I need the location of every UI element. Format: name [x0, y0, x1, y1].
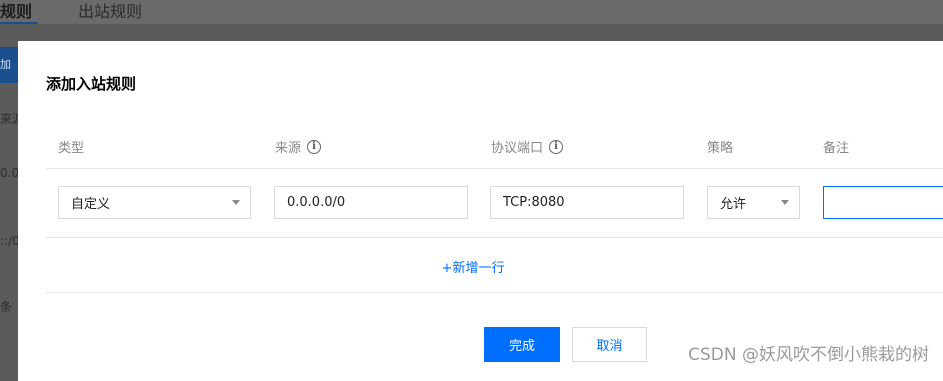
tab-inbound-rules[interactable]: 规则 [0, 0, 32, 22]
column-header-label: 策略 [707, 141, 734, 156]
divider [46, 237, 943, 238]
add-inbound-rule-dialog: 添加入站规则 类型 来源 i 协议端口 i 策略 备注 自定义 允许 +新增一行… [18, 41, 943, 381]
background-text: ::/0 [0, 234, 18, 248]
port-field[interactable] [503, 195, 671, 210]
active-tab-indicator [0, 22, 38, 24]
remark-input[interactable] [823, 186, 943, 219]
column-header-port: 协议端口 i [491, 137, 564, 156]
column-header-remark: 备注 [823, 137, 849, 156]
source-field[interactable] [287, 195, 455, 210]
cancel-button[interactable]: 取消 [572, 327, 647, 362]
background-add-rule-button: 加规 [0, 47, 18, 83]
policy-select[interactable]: 允许 [707, 186, 800, 219]
column-header-label: 备注 [823, 141, 850, 156]
column-header-label: 类型 [58, 141, 85, 156]
divider [46, 168, 943, 169]
source-input[interactable] [274, 186, 468, 219]
chevron-down-icon [232, 200, 240, 205]
add-row-link[interactable]: +新增一行 [18, 257, 928, 276]
port-input[interactable] [490, 186, 684, 219]
column-header-label: 协议端口 [491, 141, 544, 156]
dialog-title: 添加入站规则 [46, 75, 137, 93]
background-tab-bar: 规则 出站规则 [0, 0, 943, 24]
background-text: 来源 [0, 112, 18, 126]
column-header-label: 来源 [275, 141, 302, 156]
background-text: 条 [0, 300, 13, 314]
csdn-watermark: CSDN @妖风吹不倒小熊栽的树 [688, 345, 929, 365]
column-header-source: 来源 i [275, 137, 322, 156]
policy-select-value: 允许 [720, 197, 747, 212]
type-select-value: 自定义 [71, 197, 111, 212]
tab-outbound-rules[interactable]: 出站规则 [78, 0, 142, 22]
column-header-policy: 策略 [707, 137, 733, 156]
confirm-button[interactable]: 完成 [484, 327, 560, 362]
background-text: 0.0. [0, 166, 18, 180]
info-icon[interactable]: i [549, 139, 564, 154]
divider [46, 292, 943, 293]
chevron-down-icon [781, 200, 789, 205]
info-icon[interactable]: i [307, 139, 322, 154]
remark-field[interactable] [836, 195, 943, 210]
type-select[interactable]: 自定义 [58, 186, 251, 219]
column-header-type: 类型 [58, 137, 84, 156]
